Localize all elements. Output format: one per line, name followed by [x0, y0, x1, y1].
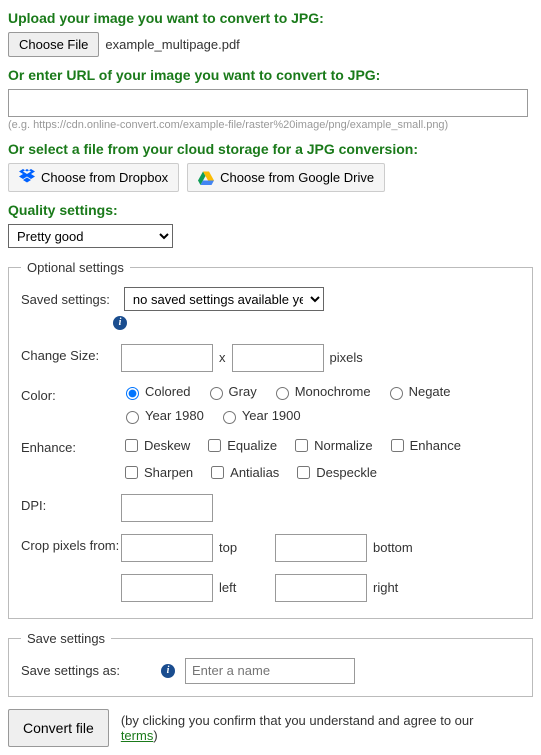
- quality-select[interactable]: Pretty good: [8, 224, 173, 248]
- choose-gdrive-button[interactable]: Choose from Google Drive: [187, 163, 385, 192]
- color-option-monochrome[interactable]: Monochrome: [271, 384, 371, 400]
- crop-left-label: left: [219, 580, 269, 595]
- change-size-label: Change Size:: [21, 344, 121, 363]
- crop-top-label: top: [219, 540, 269, 555]
- crop-right-input[interactable]: [275, 574, 367, 602]
- convert-file-button[interactable]: Convert file: [8, 709, 109, 747]
- dpi-input[interactable]: [121, 494, 213, 522]
- crop-left-input[interactable]: [121, 574, 213, 602]
- convert-disclaimer: (by clicking you confirm that you unders…: [121, 713, 481, 743]
- enhance-despeckle[interactable]: Despeckle: [293, 463, 377, 482]
- google-drive-icon: [198, 171, 214, 185]
- dropbox-label: Choose from Dropbox: [41, 170, 168, 185]
- crop-top-input[interactable]: [121, 534, 213, 562]
- height-input[interactable]: [232, 344, 324, 372]
- crop-bottom-label: bottom: [373, 540, 413, 555]
- color-option-year1900[interactable]: Year 1900: [218, 408, 301, 424]
- choose-dropbox-button[interactable]: Choose from Dropbox: [8, 163, 179, 192]
- url-heading: Or enter URL of your image you want to c…: [8, 67, 533, 83]
- saved-settings-select[interactable]: no saved settings available yet: [124, 287, 324, 311]
- color-option-colored[interactable]: Colored: [121, 384, 191, 400]
- width-input[interactable]: [121, 344, 213, 372]
- enhance-label: Enhance:: [21, 436, 121, 455]
- crop-right-label: right: [373, 580, 398, 595]
- url-hint: (e.g. https://cdn.online-convert.com/exa…: [8, 119, 533, 131]
- dpi-label: DPI:: [21, 494, 121, 513]
- enhance-antialias[interactable]: Antialias: [207, 463, 279, 482]
- save-name-input[interactable]: [185, 658, 355, 684]
- upload-heading: Upload your image you want to convert to…: [8, 10, 533, 26]
- crop-bottom-input[interactable]: [275, 534, 367, 562]
- enhance-deskew[interactable]: Deskew: [121, 436, 190, 455]
- quality-heading: Quality settings:: [8, 202, 533, 218]
- enhance-equalize[interactable]: Equalize: [204, 436, 277, 455]
- size-x-label: x: [219, 350, 226, 365]
- save-settings-label: Save settings as:: [21, 663, 151, 678]
- info-icon[interactable]: i: [161, 664, 175, 678]
- saved-settings-label: Saved settings:: [21, 292, 110, 307]
- terms-link[interactable]: terms: [121, 728, 154, 743]
- color-option-year1980[interactable]: Year 1980: [121, 408, 204, 424]
- cloud-heading: Or select a file from your cloud storage…: [8, 141, 533, 157]
- url-input[interactable]: [8, 89, 528, 117]
- dropbox-icon: [19, 169, 35, 186]
- enhance-enhance[interactable]: Enhance: [387, 436, 461, 455]
- color-option-gray[interactable]: Gray: [205, 384, 257, 400]
- info-icon[interactable]: i: [113, 316, 127, 330]
- optional-legend: Optional settings: [21, 260, 130, 275]
- color-label: Color:: [21, 384, 121, 403]
- size-unit-label: pixels: [330, 350, 363, 365]
- color-option-negate[interactable]: Negate: [385, 384, 451, 400]
- enhance-sharpen[interactable]: Sharpen: [121, 463, 193, 482]
- save-settings-fieldset: Save settings Save settings as: i: [8, 631, 533, 697]
- crop-label: Crop pixels from:: [21, 534, 121, 553]
- selected-filename: example_multipage.pdf: [105, 37, 239, 52]
- gdrive-label: Choose from Google Drive: [220, 170, 374, 185]
- optional-settings-fieldset: Optional settings Saved settings: no sav…: [8, 260, 533, 619]
- save-legend: Save settings: [21, 631, 111, 646]
- enhance-normalize[interactable]: Normalize: [291, 436, 373, 455]
- choose-file-button[interactable]: Choose File: [8, 32, 99, 57]
